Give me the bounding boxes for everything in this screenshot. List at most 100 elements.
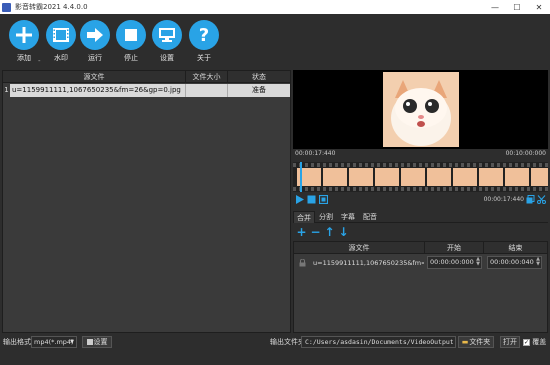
output-format-label: 输出格式 [3,338,31,346]
start-time-value: 00:00:00:000 [430,258,474,266]
film-frame [375,168,399,186]
tab-split[interactable]: 分割 [315,211,337,223]
format-settings-label: 设置 [93,338,108,346]
stop-playback-button[interactable] [307,195,316,204]
run-button[interactable]: 运行 [75,20,115,63]
film-frame [531,168,548,186]
end-time-spinner-icon[interactable]: ▲ ▼ [535,257,541,268]
row-number: 1 [3,84,10,97]
app-logo-icon [2,2,11,12]
copy-button[interactable] [526,195,535,204]
video-preview [293,70,548,149]
film-frame [505,168,529,186]
play-icon [296,195,304,204]
film-holes [293,163,548,167]
remove-clip-icon[interactable]: − [310,226,321,238]
column-source[interactable]: 源文件 [3,71,186,83]
fullscreen-button[interactable] [318,194,329,205]
window-controls: — ☐ ✕ [484,0,550,14]
film-frame [323,168,347,186]
cut-button[interactable] [537,195,546,204]
move-up-icon[interactable]: ↑ [324,226,335,238]
playhead[interactable] [300,162,302,192]
settings-button[interactable]: 设置 [147,20,187,63]
time-start: 00:00:17:440 [295,150,336,157]
film-holes [293,187,548,191]
film-frame [427,168,451,186]
file-list-header: 源文件 文件大小 状态 [3,71,290,83]
film-frame [453,168,477,186]
window-title: 影音转霸2021 4.4.0.0 [15,3,88,11]
tab-dubbing[interactable]: 配音 [359,211,381,223]
stop-icon [116,20,146,50]
open-button-label: 打开 [503,338,517,346]
tab-subtitle[interactable]: 字幕 [337,211,359,223]
start-time-field[interactable]: 00:00:00:000 ▲ ▼ [427,256,482,269]
film-frame [401,168,425,186]
question-icon: ? [189,20,219,50]
stop-icon [307,195,316,204]
column-start[interactable]: 开始 [425,242,484,254]
app-window: 影音转霸2021 4.4.0.0 — ☐ ✕ 添加 - 水印 运行 停止 设置 … [0,0,550,365]
output-format-select[interactable]: mp4(*.mp4) ▼ [31,336,77,348]
output-path-field[interactable]: C:/Users/asdasin/Documents/VideoOutput [301,336,456,348]
film-icon [46,20,76,50]
move-down-icon[interactable]: ↓ [338,226,349,238]
column-size[interactable]: 文件大小 [186,71,228,83]
lock-icon [299,258,306,267]
maximize-button[interactable]: ☐ [506,0,528,14]
fullscreen-icon [318,194,329,205]
play-button[interactable] [295,195,304,204]
minimize-icon: — [491,2,499,12]
clip-table: 源文件 开始 结束 u=1159911111,1067650235&fm=26.… [293,241,548,333]
open-button[interactable]: 打开 [500,336,520,348]
row-status: 准备 [252,86,266,94]
folder-icon: ▬ [461,338,469,346]
plus-icon [9,20,39,50]
folder-button[interactable]: ▬文件夹 [458,336,494,348]
film-frame [349,168,373,186]
timeline-filmstrip[interactable] [293,162,548,192]
current-time: 00:00:17:440 [483,196,524,203]
tab-merge[interactable]: 合并 [293,211,315,223]
add-button[interactable]: 添加 - [4,20,44,65]
end-time-value: 00:00:00:040 [490,258,534,266]
table-row[interactable]: u=1159911111,1067650235&fm=26... 00:00:0… [294,255,547,271]
output-folder-label: 输出文件夹 [270,338,305,346]
column-end[interactable]: 结束 [484,242,547,254]
overwrite-checkbox[interactable]: ✓ 覆盖 [523,337,546,347]
settings-icon [86,339,93,345]
clip-actions: + − ↑ ↓ [293,226,548,240]
column-clip-source[interactable]: 源文件 [294,242,425,254]
stop-button[interactable]: 停止 [111,20,151,63]
chevron-down-icon: ▼ [70,339,74,345]
edit-tabs: 合并 分割 字幕 配音 [293,211,548,223]
folder-button-label: 文件夹 [469,338,491,346]
checkmark-icon: ✓ [523,338,530,346]
time-end: 00:10:00:000 [505,150,546,157]
column-status[interactable]: 状态 [228,71,290,83]
minimize-button[interactable]: — [484,0,506,14]
about-button[interactable]: ? 关于 [184,20,224,63]
clip-table-header: 源文件 开始 结束 [294,242,547,254]
stop-label: 停止 [124,54,138,62]
timeline-times: 00:00:17:440 00:10:00:000 [293,150,548,160]
toolbar: 添加 - 水印 运行 停止 设置 ? 关于 [0,14,550,68]
output-format-value: mp4(*.mp4) [34,338,74,346]
film-frame [479,168,503,186]
copy-icon [526,195,535,204]
start-time-spinner-icon[interactable]: ▲ ▼ [475,257,481,268]
bottom-bar: 输出格式 mp4(*.mp4) ▼ 设置 输出文件夹 C:/Users/asda… [0,335,550,349]
row-size [186,84,228,97]
settings-label: 设置 [160,54,174,62]
format-settings-button[interactable]: 设置 [82,336,112,348]
close-icon: ✕ [535,2,543,12]
table-row[interactable]: 1 u=1159911111,1067650235&fm=26&gp=0.jpg… [3,84,290,97]
overwrite-label: 覆盖 [532,338,547,346]
arrow-right-icon [80,20,110,50]
row-source: u=1159911111,1067650235&fm=26&gp=0.jpg [11,84,186,97]
close-button[interactable]: ✕ [528,0,550,14]
add-clip-icon[interactable]: + [296,226,307,238]
scissors-icon [537,195,546,204]
end-time-field[interactable]: 00:00:00:040 ▲ ▼ [487,256,542,269]
